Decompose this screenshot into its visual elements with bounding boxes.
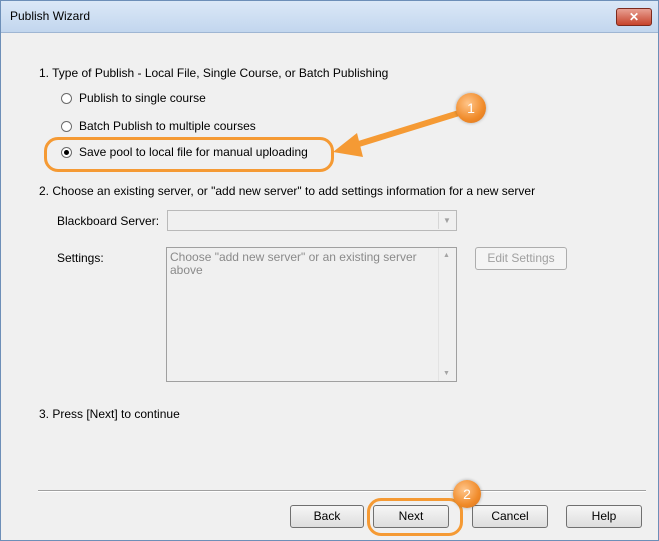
callout-badge-1: 1 <box>456 93 486 123</box>
blackboard-server-select[interactable]: ▼ <box>167 210 457 231</box>
settings-textarea[interactable]: Choose "add new server" or an existing s… <box>166 247 457 382</box>
settings-label: Settings: <box>57 251 104 265</box>
back-button[interactable]: Back <box>290 505 364 528</box>
settings-text: Choose "add new server" or an existing s… <box>170 250 417 277</box>
window-title: Publish Wizard <box>10 9 91 23</box>
chevron-down-icon[interactable]: ▼ <box>438 212 455 229</box>
radio-batch-publish-label[interactable]: Batch Publish to multiple courses <box>79 119 256 133</box>
close-button[interactable]: ✕ <box>616 8 652 26</box>
step1-heading: 1. Type of Publish - Local File, Single … <box>39 66 389 80</box>
footer-divider <box>38 490 646 492</box>
radio-single-course-label[interactable]: Publish to single course <box>79 91 206 105</box>
callout-highlight-next <box>367 498 463 536</box>
title-bar: Publish Wizard ✕ <box>1 1 658 33</box>
scroll-down-icon[interactable]: ▼ <box>443 370 450 377</box>
cancel-button[interactable]: Cancel <box>472 505 548 528</box>
help-button[interactable]: Help <box>566 505 642 528</box>
close-icon: ✕ <box>628 10 640 24</box>
step2-heading: 2. Choose an existing server, or "add ne… <box>39 184 536 198</box>
callout-highlight-save-local <box>44 137 334 172</box>
radio-single-course[interactable] <box>61 93 72 104</box>
settings-scrollbar[interactable]: ▲ ▼ <box>438 248 456 381</box>
publish-wizard-window: Publish Wizard ✕ 1. Type of Publish - Lo… <box>0 0 659 541</box>
callout-badge-2: 2 <box>453 480 481 508</box>
radio-batch-publish[interactable] <box>61 121 72 132</box>
scroll-up-icon[interactable]: ▲ <box>443 252 450 259</box>
edit-settings-button[interactable]: Edit Settings <box>475 247 567 270</box>
step3-heading: 3. Press [Next] to continue <box>39 407 180 421</box>
server-label: Blackboard Server: <box>57 214 160 228</box>
